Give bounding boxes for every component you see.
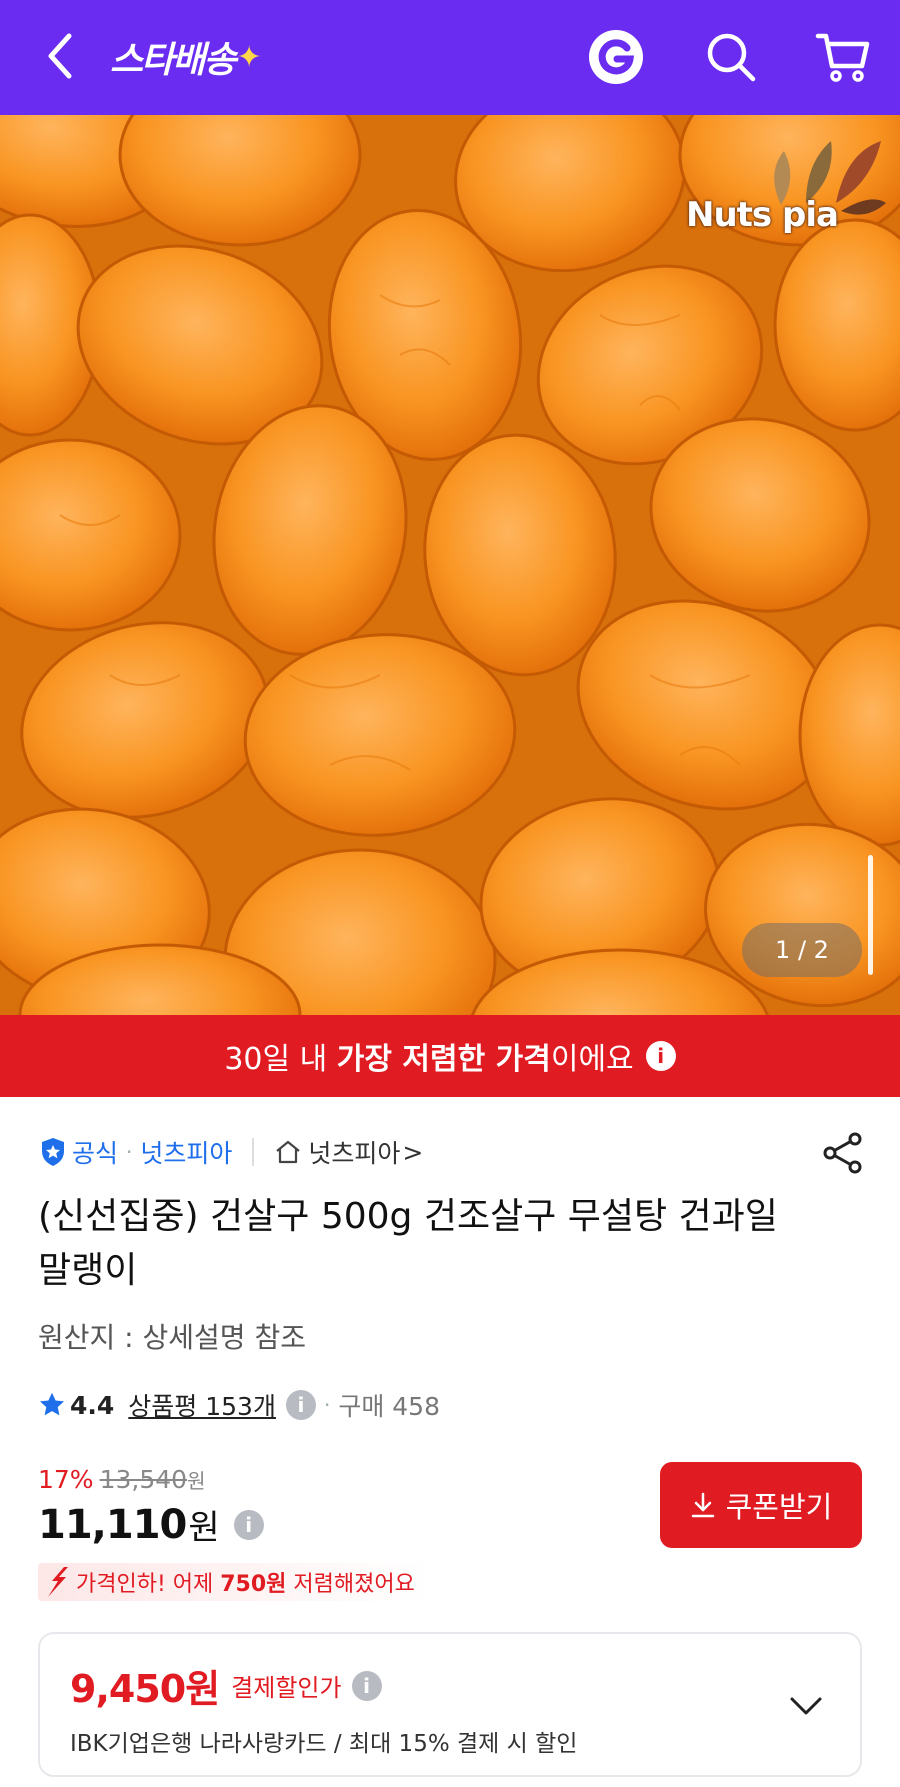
price-row: 11,110 원 i [38, 1500, 264, 1549]
reviews-link[interactable]: 상품평 153개 [128, 1387, 276, 1423]
expand-button[interactable] [786, 1686, 826, 1726]
get-coupon-button[interactable]: 쿠폰받기 [660, 1462, 862, 1548]
carousel-scroll-indicator [868, 855, 873, 975]
official-badge: 공식 [40, 1134, 118, 1170]
rating-score: 4.4 [70, 1390, 115, 1420]
coupon-button-label: 쿠폰받기 [725, 1490, 833, 1524]
share-button[interactable] [818, 1128, 868, 1178]
chevron-right-icon: > [402, 1137, 424, 1167]
search-icon [707, 33, 756, 82]
separator-dot: · [323, 1393, 331, 1417]
original-price-unit: 원 [187, 1469, 206, 1493]
sparkle-icon: ✦ [236, 39, 261, 75]
download-icon [691, 1492, 714, 1518]
official-label: 공식 [72, 1139, 119, 1168]
payment-discount-price: 9,450원 [70, 1667, 220, 1711]
separator-dot: · [126, 1140, 133, 1164]
share-icon [823, 1132, 862, 1174]
info-icon[interactable]: i [351, 1670, 382, 1701]
product-image-carousel[interactable]: Nuts pia 1 / 2 [0, 115, 900, 1015]
purchase-count: 구매 458 [338, 1392, 440, 1421]
top-header: 스타배송 ✦ [0, 0, 900, 115]
g-home-button[interactable] [585, 26, 647, 88]
price-drop-prefix: 가격인하! 어제 [76, 1572, 221, 1597]
brand-logo-text: Nuts pia [686, 195, 839, 235]
info-icon[interactable]: i [645, 1041, 676, 1071]
star-icon [39, 1392, 65, 1416]
origin-info: 원산지 : 상세설명 참조 [38, 1321, 306, 1354]
banner-highlight: 가장 저렴한 가격 [336, 1042, 551, 1077]
discount-rate: 17% [38, 1465, 94, 1494]
back-button[interactable] [30, 26, 90, 86]
image-counter: 1 / 2 [742, 923, 862, 977]
payment-price-row: 9,450원 결제할인가 i [70, 1658, 382, 1713]
rating-row: 4.4 상품평 153개 i · 구매 458 [38, 1385, 440, 1425]
product-title: (신선집중) 건살구 500g 건조살구 무설탕 건과일 말랭이 [38, 1196, 778, 1291]
search-button[interactable] [700, 26, 762, 88]
payment-discount-description: IBK기업은행 나라사랑카드 / 최대 15% 결제 시 할인 [70, 1731, 578, 1757]
sale-price-unit: 원 [188, 1508, 220, 1548]
payment-discount-card[interactable]: 9,450원 결제할인가 i IBK기업은행 나라사랑카드 / 최대 15% 결… [38, 1632, 862, 1777]
banner-suffix: 이에요 [550, 1042, 634, 1077]
price-drop-amount: 750원 [220, 1572, 287, 1597]
store-name: 넛츠피아 [308, 1139, 401, 1168]
shield-check-icon [42, 1138, 64, 1166]
original-price: 13,540 [99, 1465, 188, 1494]
nutspia-brand-logo: Nuts pia [686, 133, 886, 253]
info-icon[interactable]: i [285, 1390, 316, 1420]
store-link[interactable]: 넛츠피아 > [274, 1134, 423, 1170]
payment-discount-label: 결제할인가 [231, 1674, 342, 1702]
g-logo-icon [589, 30, 643, 84]
price-drop-suffix: 저렴해졌어요 [286, 1572, 415, 1597]
cart-icon [815, 33, 870, 82]
seller-name-link[interactable]: 넛츠피아 [140, 1134, 232, 1170]
back-arrow-icon [48, 33, 72, 79]
down-arrow-icon [48, 1567, 68, 1597]
info-icon[interactable]: i [233, 1509, 264, 1540]
star-delivery-logo[interactable]: 스타배송 ✦ [110, 30, 262, 84]
price-drop-pill: 가격인하! 어제 750원 저렴해졌어요 [38, 1563, 429, 1601]
price-drop-text: 가격인하! 어제 750원 저렴해졌어요 [76, 1566, 415, 1598]
cart-button[interactable] [810, 26, 876, 88]
home-icon [276, 1140, 301, 1164]
banner-prefix: 30일 내 [224, 1042, 337, 1077]
divider [252, 1138, 255, 1166]
discount-row: 17% 13,540 원 [38, 1465, 205, 1494]
sale-price: 11,110 [38, 1501, 187, 1548]
logo-text: 스타배송 [110, 40, 236, 81]
price-drop-notice: 가격인하! 어제 750원 저렴해졌어요 [38, 1563, 429, 1601]
lowest-price-banner[interactable]: 30일 내 가장 저렴한 가격 이에요 i [0, 1015, 900, 1097]
chevron-down-icon [790, 1697, 822, 1715]
seller-row: 공식 · 넛츠피아 넛츠피아 > [40, 1132, 423, 1172]
